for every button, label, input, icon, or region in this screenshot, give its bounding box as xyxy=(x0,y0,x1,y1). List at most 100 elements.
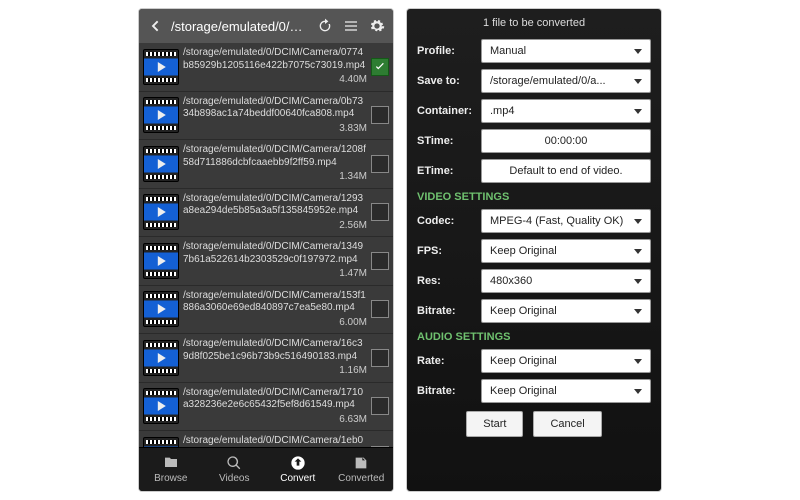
file-item[interactable]: /storage/emulated/0/DCIM/Camera/0b7334b8… xyxy=(139,92,393,141)
file-size: 6.63M xyxy=(183,414,367,427)
res-select[interactable]: 480x360 xyxy=(481,269,651,293)
tab-browse[interactable]: Browse xyxy=(139,448,203,491)
file-checkbox[interactable] xyxy=(371,58,389,76)
rate-value: Keep Original xyxy=(490,355,557,367)
fps-value: Keep Original xyxy=(490,245,557,257)
file-checkbox[interactable] xyxy=(371,106,389,124)
file-checkbox[interactable] xyxy=(371,155,389,173)
tab-label: Converted xyxy=(338,473,384,484)
stime-field[interactable]: 00:00:00 xyxy=(481,129,651,153)
file-path: /storage/emulated/0/DCIM/Camera/1208f58d… xyxy=(183,144,367,169)
conversion-headline: 1 file to be converted xyxy=(407,9,661,35)
file-item[interactable]: /storage/emulated/0/DCIM/Camera/1293a8ea… xyxy=(139,189,393,238)
file-checkbox[interactable] xyxy=(371,300,389,318)
label-stime: STime: xyxy=(417,135,475,147)
label-fps: FPS: xyxy=(417,245,475,257)
path-title: /storage/emulated/0/D... xyxy=(171,19,309,34)
start-button[interactable]: Start xyxy=(466,411,523,437)
topbar: /storage/emulated/0/D... xyxy=(139,9,393,43)
label-vbitrate: Bitrate: xyxy=(417,305,475,317)
audio-settings-heading: AUDIO SETTINGS xyxy=(417,331,651,343)
file-size: 1.34M xyxy=(183,171,367,184)
file-path: /storage/emulated/0/DCIM/Camera/0774b859… xyxy=(183,47,367,72)
file-item[interactable]: /storage/emulated/0/DCIM/Camera/1710a328… xyxy=(139,383,393,432)
file-item[interactable]: /storage/emulated/0/DCIM/Camera/13497b61… xyxy=(139,237,393,286)
saveto-value: /storage/emulated/0/a... xyxy=(490,75,606,87)
file-meta: /storage/emulated/0/DCIM/Camera/13497b61… xyxy=(179,239,371,283)
codec-value: MPEG-4 (Fast, Quality OK) xyxy=(490,215,623,227)
back-icon[interactable] xyxy=(145,16,165,36)
file-meta: /storage/emulated/0/DCIM/Camera/1710a328… xyxy=(179,385,371,429)
file-path: /storage/emulated/0/DCIM/Camera/0b7334b8… xyxy=(183,96,367,121)
file-checkbox[interactable] xyxy=(371,203,389,221)
tab-converted[interactable]: Converted xyxy=(330,448,394,491)
video-thumb-icon xyxy=(143,291,179,327)
menu-icon[interactable] xyxy=(341,16,361,36)
file-path: /storage/emulated/0/DCIM/Camera/1710a328… xyxy=(183,387,367,412)
chevron-down-icon xyxy=(634,389,642,394)
chevron-down-icon xyxy=(634,49,642,54)
chevron-down-icon xyxy=(634,219,642,224)
label-rate: Rate: xyxy=(417,355,475,367)
file-item[interactable]: /storage/emulated/0/DCIM/Camera/0774b859… xyxy=(139,43,393,92)
file-meta: /storage/emulated/0/DCIM/Camera/1eb0e53e… xyxy=(179,433,371,447)
file-item[interactable]: /storage/emulated/0/DCIM/Camera/1208f58d… xyxy=(139,140,393,189)
convert-settings-panel: 1 file to be converted Profile: Manual S… xyxy=(406,8,662,492)
file-list: /storage/emulated/0/DCIM/Camera/0774b859… xyxy=(139,43,393,447)
video-thumb-icon xyxy=(143,49,179,85)
file-item[interactable]: /storage/emulated/0/DCIM/Camera/1eb0e53e… xyxy=(139,431,393,447)
vbitrate-value: Keep Original xyxy=(490,305,557,317)
codec-select[interactable]: MPEG-4 (Fast, Quality OK) xyxy=(481,209,651,233)
profile-select[interactable]: Manual xyxy=(481,39,651,63)
video-thumb-icon xyxy=(143,146,179,182)
etime-field[interactable]: Default to end of video. xyxy=(481,159,651,183)
cancel-button[interactable]: Cancel xyxy=(533,411,601,437)
container-value: .mp4 xyxy=(490,105,514,117)
file-path: /storage/emulated/0/DCIM/Camera/13497b61… xyxy=(183,241,367,266)
container-select[interactable]: .mp4 xyxy=(481,99,651,123)
video-thumb-icon xyxy=(143,388,179,424)
tab-label: Videos xyxy=(219,473,249,484)
res-value: 480x360 xyxy=(490,275,532,287)
file-path: /storage/emulated/0/DCIM/Camera/1eb0e53e… xyxy=(183,435,367,447)
chevron-down-icon xyxy=(634,279,642,284)
saveto-select[interactable]: /storage/emulated/0/a... xyxy=(481,69,651,93)
file-meta: /storage/emulated/0/DCIM/Camera/1208f58d… xyxy=(179,142,371,186)
label-res: Res: xyxy=(417,275,475,287)
file-size: 2.56M xyxy=(183,220,367,233)
fps-select[interactable]: Keep Original xyxy=(481,239,651,263)
file-checkbox[interactable] xyxy=(371,349,389,367)
tab-convert[interactable]: Convert xyxy=(266,448,330,491)
file-meta: /storage/emulated/0/DCIM/Camera/0b7334b8… xyxy=(179,94,371,138)
video-thumb-icon xyxy=(143,340,179,376)
rate-select[interactable]: Keep Original xyxy=(481,349,651,373)
video-thumb-icon xyxy=(143,194,179,230)
settings-icon[interactable] xyxy=(367,16,387,36)
file-size: 1.16M xyxy=(183,365,367,378)
file-path: /storage/emulated/0/DCIM/Camera/1293a8ea… xyxy=(183,193,367,218)
file-size: 3.83M xyxy=(183,123,367,136)
video-settings-heading: VIDEO SETTINGS xyxy=(417,191,651,203)
chevron-down-icon xyxy=(634,309,642,314)
label-abitrate: Bitrate: xyxy=(417,385,475,397)
file-size: 1.47M xyxy=(183,268,367,281)
file-item[interactable]: /storage/emulated/0/DCIM/Camera/16c39d8f… xyxy=(139,334,393,383)
file-browser-panel: /storage/emulated/0/D... /storage/emulat… xyxy=(138,8,394,492)
bottom-tabs: Browse Videos Convert Converted xyxy=(139,447,393,491)
file-meta: /storage/emulated/0/DCIM/Camera/16c39d8f… xyxy=(179,336,371,380)
chevron-down-icon xyxy=(634,79,642,84)
abitrate-select[interactable]: Keep Original xyxy=(481,379,651,403)
vbitrate-select[interactable]: Keep Original xyxy=(481,299,651,323)
file-path: /storage/emulated/0/DCIM/Camera/16c39d8f… xyxy=(183,338,367,363)
file-item[interactable]: /storage/emulated/0/DCIM/Camera/153f1886… xyxy=(139,286,393,335)
profile-value: Manual xyxy=(490,45,526,57)
etime-value: Default to end of video. xyxy=(509,165,622,177)
label-etime: ETime: xyxy=(417,165,475,177)
tab-videos[interactable]: Videos xyxy=(203,448,267,491)
file-checkbox[interactable] xyxy=(371,397,389,415)
label-saveto: Save to: xyxy=(417,75,475,87)
refresh-icon[interactable] xyxy=(315,16,335,36)
file-checkbox[interactable] xyxy=(371,252,389,270)
chevron-down-icon xyxy=(634,359,642,364)
video-thumb-icon xyxy=(143,243,179,279)
